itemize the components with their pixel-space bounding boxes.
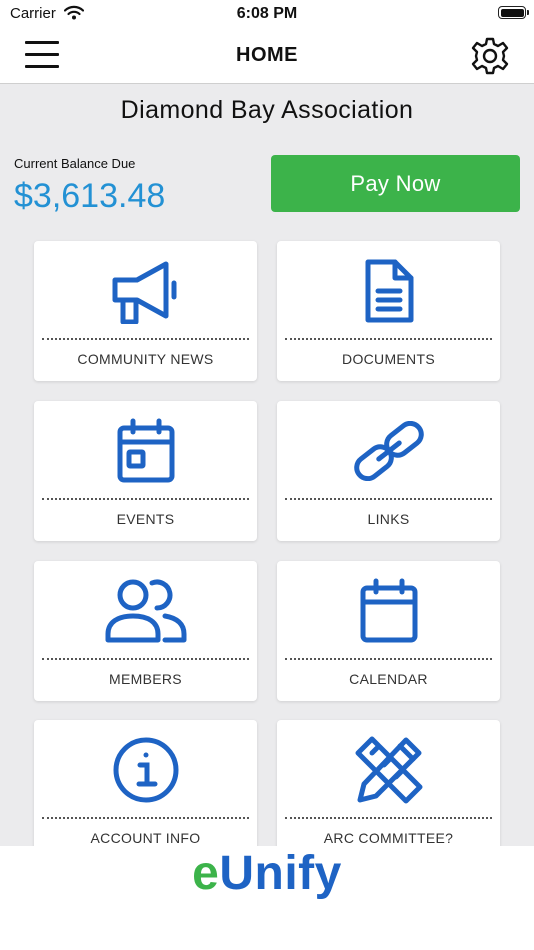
eunify-logo: eUnify [192, 847, 342, 900]
balance-amount: $3,613.48 [14, 177, 166, 215]
tile-divider [42, 658, 249, 660]
members-icon [34, 571, 257, 651]
tile-calendar[interactable]: CALENDAR [277, 561, 500, 701]
footer: eUnify [0, 846, 534, 950]
tile-label: MEMBERS [109, 671, 182, 687]
association-name: Diamond Bay Association [120, 96, 414, 124]
page-title: HOME [236, 44, 298, 66]
gear-icon[interactable] [470, 36, 510, 76]
status-time: 6:08 PM [236, 5, 298, 22]
tile-divider [285, 658, 492, 660]
document-icon [277, 251, 500, 331]
balance-label: Current Balance Due [14, 156, 136, 171]
calendar-icon [277, 571, 500, 651]
nav-bar: HOME [0, 30, 534, 84]
tile-label: ACCOUNT INFO [90, 830, 201, 846]
tile-arc-committee[interactable]: ARC COMMITTEE? [277, 720, 500, 846]
tile-label: LINKS [367, 511, 410, 527]
tile-events[interactable]: EVENTS [34, 401, 257, 541]
home-content: Diamond Bay Association Current Balance … [0, 84, 534, 846]
pencil-ruler-icon [277, 730, 500, 810]
battery-icon [498, 6, 529, 19]
tile-divider [42, 338, 249, 340]
tile-divider [285, 498, 492, 500]
tile-account-info[interactable]: ACCOUNT INFO [34, 720, 257, 846]
link-icon [277, 411, 500, 491]
pay-now-button[interactable]: Pay Now [271, 155, 520, 212]
tile-community-news[interactable]: COMMUNITY NEWS [34, 241, 257, 381]
tile-divider [285, 338, 492, 340]
status-bar: Carrier 6:08 PM [0, 0, 534, 30]
tile-divider [42, 498, 249, 500]
tile-label: ARC COMMITTEE? [323, 830, 454, 846]
info-icon [34, 730, 257, 810]
tile-label: COMMUNITY NEWS [77, 351, 214, 367]
tile-members[interactable]: MEMBERS [34, 561, 257, 701]
event-calendar-icon [34, 411, 257, 491]
tile-label: EVENTS [116, 511, 175, 527]
tile-label: DOCUMENTS [342, 351, 435, 367]
tile-links[interactable]: LINKS [277, 401, 500, 541]
megaphone-icon [34, 251, 257, 331]
tile-divider [285, 817, 492, 819]
tile-label: CALENDAR [349, 671, 428, 687]
tile-documents[interactable]: DOCUMENTS [277, 241, 500, 381]
tile-divider [42, 817, 249, 819]
